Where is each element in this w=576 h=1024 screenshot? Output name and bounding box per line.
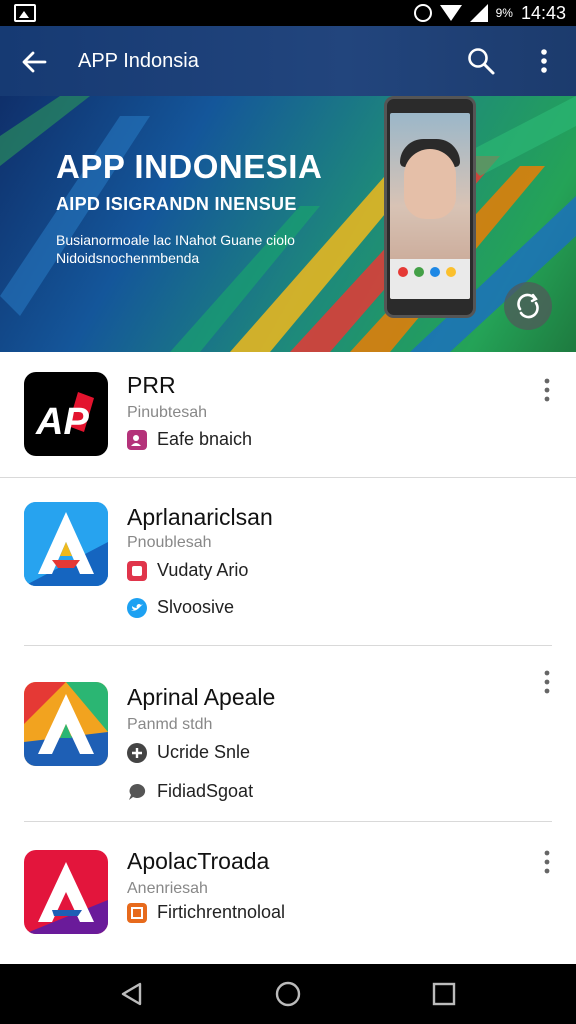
app-icon [24, 850, 108, 934]
app-detail-text: Slvoosive [157, 597, 235, 617]
svg-text:AP: AP [35, 401, 89, 443]
list-item[interactable]: AP PRR Pinubtesah Eafe bnaich [0, 352, 576, 478]
app-detail: Vudaty Ario [127, 560, 248, 581]
promo-banner[interactable]: APP INDONESIA AIPD ISIGRANDN INENSUE Bus… [0, 96, 576, 352]
app-detail-text: Firtichrentnoloal [157, 902, 286, 922]
app-name: ApolacTroada [127, 848, 270, 874]
home-circle-icon[interactable] [272, 978, 304, 1010]
status-icons: 9% 14:43 [413, 0, 566, 26]
item-more-icon[interactable] [536, 848, 558, 878]
app-bar: APP Indonsia [0, 26, 576, 96]
more-vert-icon[interactable] [530, 46, 558, 76]
app-name: Aprlanariclsan [127, 504, 273, 530]
app-list: AP PRR Pinubtesah Eafe bnaich Aprlanaric… [0, 352, 576, 964]
clock: 14:43 [520, 2, 566, 23]
app-detail-text: Vudaty Ario [157, 560, 249, 580]
app-subtitle: Pinubtesah [127, 404, 208, 421]
page-title: APP Indonsia [78, 50, 199, 72]
app-detail: Eafe bnaich [127, 429, 252, 450]
app-detail-text: Eafe bnaich [157, 429, 253, 449]
twitter-bird-icon [127, 597, 147, 618]
app-subtitle: Panmd stdh [127, 716, 213, 733]
phone-mockup-image [384, 96, 476, 318]
back-arrow-icon[interactable] [20, 48, 48, 76]
list-item[interactable]: ApolacTroada Anenriesah Firtichrentnoloa… [0, 822, 576, 964]
list-item[interactable]: Aprlanariclsan Pnoublesah Vudaty Ario Sl… [0, 478, 576, 646]
app-detail-text: Ucride Snle [157, 742, 251, 762]
recents-square-icon[interactable] [428, 978, 460, 1010]
gallery-notification-icon [14, 4, 36, 22]
alarm-icon [413, 4, 432, 22]
battery-percent: 9% [495, 6, 513, 20]
plus-circle-icon [127, 742, 147, 763]
app-name: Aprinal Apeale [127, 684, 276, 710]
phone-dock [390, 259, 470, 299]
sync-icon[interactable] [504, 282, 552, 330]
banner-text-line-1: Busianormoale lac INahot Guane ciolo [56, 232, 295, 248]
banner-text-line-2: Nidoidsnochenmbenda [56, 250, 200, 266]
profile-badge-icon [127, 429, 147, 450]
red-square-icon [127, 560, 147, 581]
app-icon [24, 682, 108, 766]
banner-stripes-graphic [0, 96, 576, 352]
banner-subheadline: AIPD ISIGRANDN INENSUE [56, 194, 297, 214]
banner-headline: APP INDONESIA [56, 148, 323, 185]
back-triangle-icon[interactable] [116, 978, 148, 1010]
app-detail: FidiadSgoat [127, 781, 253, 802]
item-more-icon[interactable] [536, 668, 558, 698]
app-detail: Slvoosive [127, 597, 234, 618]
app-detail: Ucride Snle [127, 742, 250, 763]
phone-screen [390, 113, 470, 299]
system-nav-bar [0, 964, 576, 1024]
app-name: PRR [127, 372, 176, 398]
app-icon [24, 502, 108, 586]
list-item[interactable]: Aprinal Apeale Panmd stdh Ucride Snle Fi… [0, 646, 576, 822]
person-face [404, 149, 456, 219]
app-detail: Firtichrentnoloal [127, 902, 285, 923]
orange-tag-icon [127, 902, 147, 923]
wifi-icon [439, 5, 462, 21]
app-icon: AP [24, 372, 108, 456]
app-subtitle: Pnoublesah [127, 534, 212, 551]
app-subtitle: Anenriesah [127, 880, 208, 897]
screen: 9% 14:43 APP Indonsia APP INDONESIA AIPD… [0, 0, 576, 1024]
search-icon[interactable] [466, 46, 496, 76]
item-more-icon[interactable] [536, 376, 558, 406]
chat-bubble-icon [127, 782, 147, 802]
signal-icon [469, 4, 488, 22]
status-bar: 9% 14:43 [0, 0, 576, 26]
app-detail-text: FidiadSgoat [157, 781, 254, 801]
